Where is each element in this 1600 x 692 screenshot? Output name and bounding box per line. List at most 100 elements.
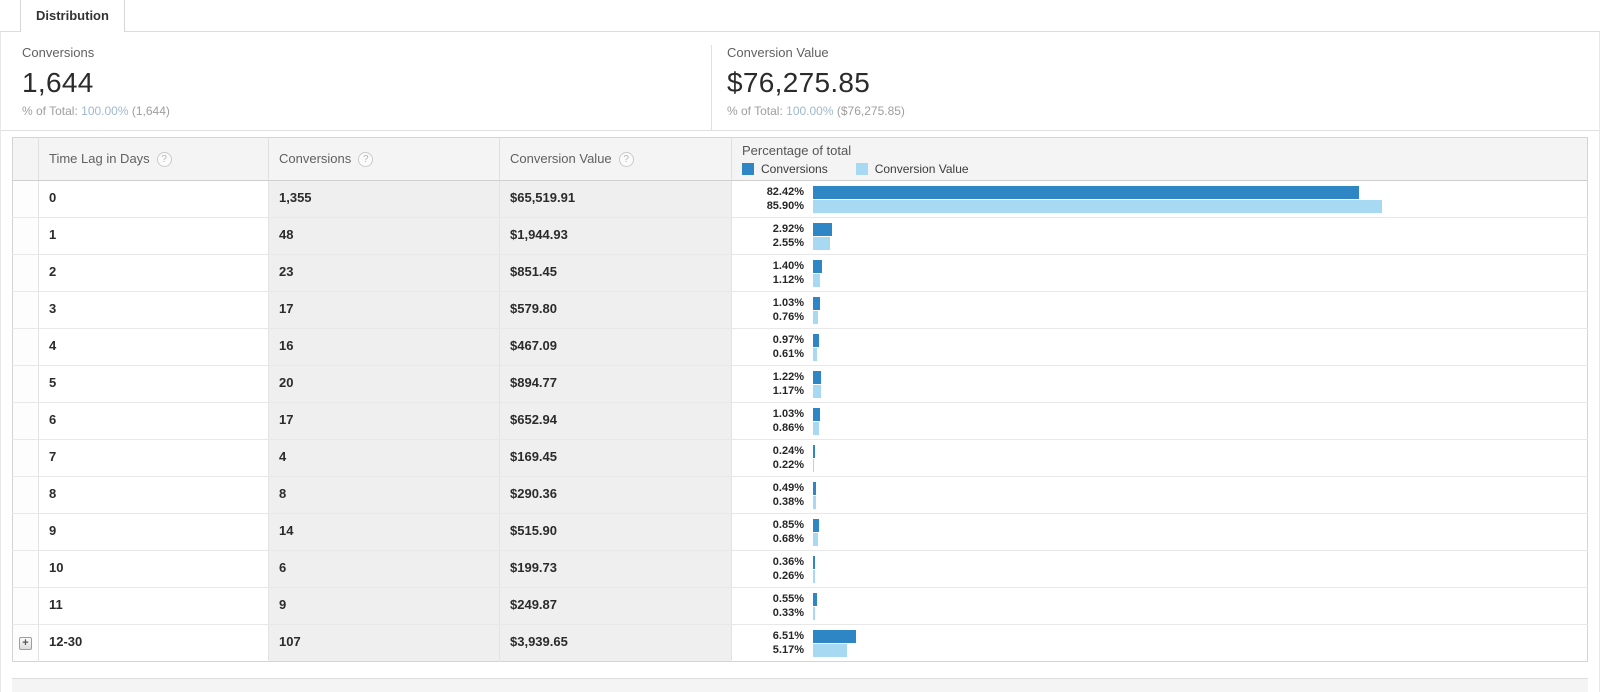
column-header-conversions-label: Conversions (279, 150, 352, 166)
conversion-value-bar (813, 569, 815, 583)
table-row: 5 20 $894.77 1.22% 1.17% (12, 365, 1588, 403)
conversion-value-bar (813, 273, 821, 287)
conversions-bar (813, 407, 820, 421)
table-row: 2 23 $851.45 1.40% 1.12% (12, 254, 1588, 292)
conversions-bar (813, 370, 822, 384)
column-header-conversion-value[interactable]: Conversion Value? (499, 137, 732, 181)
pct-suffix: (1,644) (131, 104, 170, 118)
column-header-conversions[interactable]: Conversions? (268, 137, 500, 181)
time-lag-cell: 12-30 (38, 624, 269, 662)
pct-conversions-label: 0.97% (772, 334, 804, 346)
pct-conversion-value-label: 2.55% (772, 237, 804, 249)
bar-chart (813, 555, 1475, 584)
table-header-row: Time Lag in Days? Conversions? Conversio… (12, 137, 1588, 181)
percentage-cell: 0.24% 0.22% (731, 439, 1588, 477)
conversion-value-bar (813, 347, 818, 361)
conversion-value-bar (813, 532, 818, 546)
bar-chart (813, 444, 1475, 473)
time-lag-cell: 5 (38, 365, 269, 403)
summary-conversion-value-label: Conversion Value (727, 45, 829, 60)
conversions-bar (813, 592, 817, 606)
pct-conversion-value-label: 1.17% (772, 385, 804, 397)
summary-conversion-value-value: $76,275.85 (727, 67, 871, 98)
time-lag-report: Distribution Conversions 1,644 % of Tota… (0, 0, 1600, 692)
bar-chart (813, 222, 1475, 251)
summary-conversion-value-pct-of-total: % of Total: 100.00% ($76,275.85) (727, 104, 1599, 118)
pct-conversions-label: 0.24% (772, 445, 804, 457)
conversion-value-cell: $894.77 (499, 365, 732, 403)
legend-item-conversion-value: Conversion Value (855, 161, 969, 176)
conversions-cell: 107 (268, 624, 500, 662)
page-bottom-strip (12, 678, 1588, 692)
conversion-value-cell: $290.36 (499, 476, 732, 514)
conversions-cell: 9 (268, 587, 500, 625)
percentage-cell: 1.03% 0.86% (731, 402, 1588, 440)
time-lag-cell: 9 (38, 513, 269, 551)
percentage-labels: 6.51% 5.17% (740, 629, 804, 657)
conversions-bar (813, 629, 857, 643)
help-icon[interactable]: ? (156, 152, 172, 168)
tab-distribution[interactable]: Distribution (20, 0, 125, 32)
pct-conversions-label: 0.85% (772, 519, 804, 531)
conversions-cell: 17 (268, 402, 500, 440)
column-header-conversion-value-label: Conversion Value (510, 150, 612, 166)
conversion-value-bar (813, 606, 816, 620)
pct-prefix: % of Total: (727, 104, 783, 118)
time-lag-cell: 7 (38, 439, 269, 477)
pct-conversion-value-label: 0.68% (772, 533, 804, 545)
pct-conversions-label: 0.55% (772, 593, 804, 605)
percentage-labels: 1.03% 0.76% (740, 296, 804, 324)
bar-chart (813, 481, 1475, 510)
bar-chart (813, 518, 1475, 547)
legend-label-conversion-value: Conversion Value (874, 161, 969, 176)
percentage-cell: 0.85% 0.68% (731, 513, 1588, 551)
expand-cell (12, 217, 39, 255)
tab-distribution-label: Distribution (36, 8, 109, 23)
expand-column-header (12, 137, 39, 181)
summary-conversions-pct-of-total: % of Total: 100.00% (1,644) (22, 104, 711, 118)
percentage-labels: 0.85% 0.68% (740, 518, 804, 546)
conversions-bar (813, 259, 823, 273)
time-lag-cell: 6 (38, 402, 269, 440)
conversion-value-cell: $169.45 (499, 439, 732, 477)
conversion-value-cell: $3,939.65 (499, 624, 732, 662)
bar-chart (813, 296, 1475, 325)
summary-conversions-label: Conversions (22, 45, 95, 60)
pct-conversion-value-label: 0.38% (772, 496, 804, 508)
help-icon[interactable]: ? (618, 152, 634, 168)
conversion-value-bar (813, 310, 819, 324)
expand-cell (12, 439, 39, 477)
conversion-value-bar (813, 236, 830, 250)
conversions-cell: 20 (268, 365, 500, 403)
bar-chart (813, 592, 1475, 621)
pct-conversion-value-label: 1.12% (772, 274, 804, 286)
expand-cell (12, 291, 39, 329)
conversions-cell: 23 (268, 254, 500, 292)
pct-conversions-label: 6.51% (772, 630, 804, 642)
time-lag-cell: 2 (38, 254, 269, 292)
expand-cell (12, 550, 39, 588)
percentage-cell: 6.51% 5.17% (731, 624, 1588, 662)
conversions-cell: 14 (268, 513, 500, 551)
percentage-cell: 1.40% 1.12% (731, 254, 1588, 292)
pct-conversions-label: 1.03% (772, 297, 804, 309)
conversions-bar (813, 518, 819, 532)
conversion-value-bar (813, 199, 1382, 213)
expand-cell (12, 513, 39, 551)
expand-cell (12, 328, 39, 366)
expand-row-button[interactable]: + (19, 637, 32, 650)
percentage-labels: 0.36% 0.26% (740, 555, 804, 583)
pct-conversion-value-label: 0.26% (772, 570, 804, 582)
help-icon[interactable]: ? (358, 152, 374, 168)
percentage-labels: 0.55% 0.33% (740, 592, 804, 620)
conversion-value-bar (813, 495, 816, 509)
table-row: 6 17 $652.94 1.03% 0.86% (12, 402, 1588, 440)
conversions-cell: 6 (268, 550, 500, 588)
tab-bar: Distribution (0, 0, 1600, 32)
chart-legend: Conversions Conversion Value (742, 162, 1587, 176)
conversions-bar (813, 333, 820, 347)
table-row: 7 4 $169.45 0.24% 0.22% (12, 439, 1588, 477)
table-row: 8 8 $290.36 0.49% 0.38% (12, 476, 1588, 514)
column-header-time-lag[interactable]: Time Lag in Days? (38, 137, 269, 181)
percentage-cell: 2.92% 2.55% (731, 217, 1588, 255)
